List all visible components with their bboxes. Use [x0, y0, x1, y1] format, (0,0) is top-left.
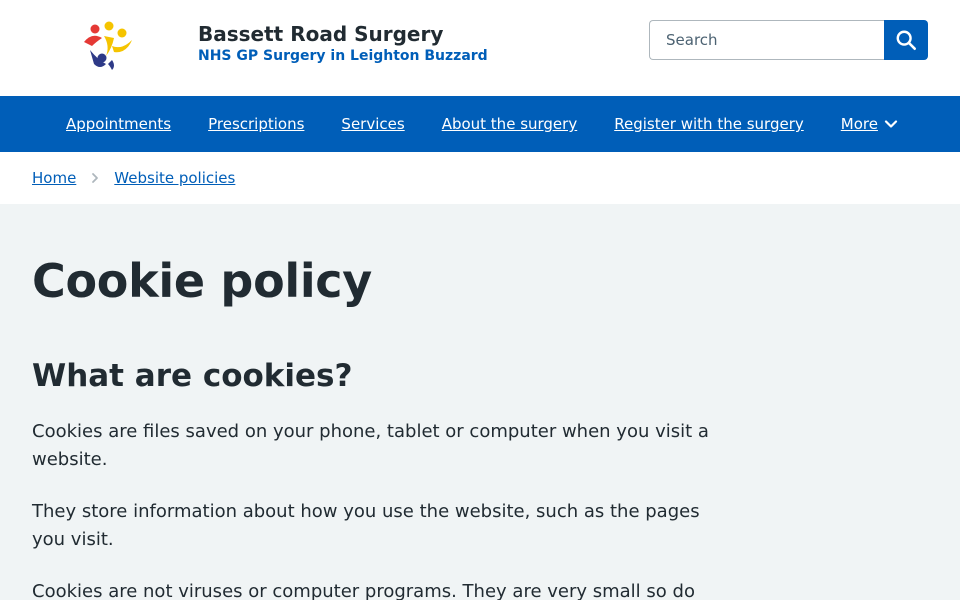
- search-input[interactable]: [649, 20, 884, 60]
- nav-item-label: Register with the surgery: [614, 115, 804, 133]
- nav-item-label: More: [840, 115, 878, 133]
- nav-item-more[interactable]: More: [841, 115, 898, 133]
- search-form: [649, 20, 928, 60]
- site-subtitle: NHS GP Surgery in Leighton Buzzard: [198, 48, 488, 64]
- nav-item-label: About the surgery: [441, 115, 578, 133]
- search-button[interactable]: [884, 20, 928, 60]
- page-title: Cookie policy: [32, 254, 372, 308]
- breadcrumb: Home Website policies: [0, 152, 960, 204]
- paragraph: Cookies are files saved on your phone, t…: [32, 421, 709, 470]
- paragraph: They store information about how you use…: [32, 501, 700, 550]
- nav-item-label: Appointments: [66, 115, 172, 133]
- nav-item-services[interactable]: Services: [341, 115, 404, 133]
- nav-item-prescriptions[interactable]: Prescriptions: [208, 115, 304, 133]
- search-icon: [896, 30, 916, 50]
- nav-item-register[interactable]: Register with the surgery: [614, 115, 804, 133]
- nav-item-appointments[interactable]: Appointments: [66, 115, 171, 133]
- people-logo-icon[interactable]: [82, 20, 134, 72]
- breadcrumb-website-policies[interactable]: Website policies: [114, 169, 235, 187]
- breadcrumb-home[interactable]: Home: [32, 169, 76, 187]
- site-header: Bassett Road Surgery NHS GP Surgery in L…: [0, 0, 960, 96]
- chevron-down-icon: [884, 117, 898, 131]
- nav-item-label: Services: [341, 115, 405, 133]
- paragraph: Cookies are not viruses or computer prog…: [32, 581, 695, 600]
- main-content: Cookie policy What are cookies? Cookies …: [0, 254, 960, 600]
- site-name[interactable]: Bassett Road Surgery: [198, 22, 443, 46]
- chevron-right-icon: [90, 172, 100, 184]
- primary-navigation: Appointments Prescriptions Services Abou…: [0, 96, 960, 152]
- nav-item-about-the-surgery[interactable]: About the surgery: [442, 115, 578, 133]
- nav-item-label: Prescriptions: [208, 115, 305, 133]
- section-title: What are cookies?: [32, 358, 353, 394]
